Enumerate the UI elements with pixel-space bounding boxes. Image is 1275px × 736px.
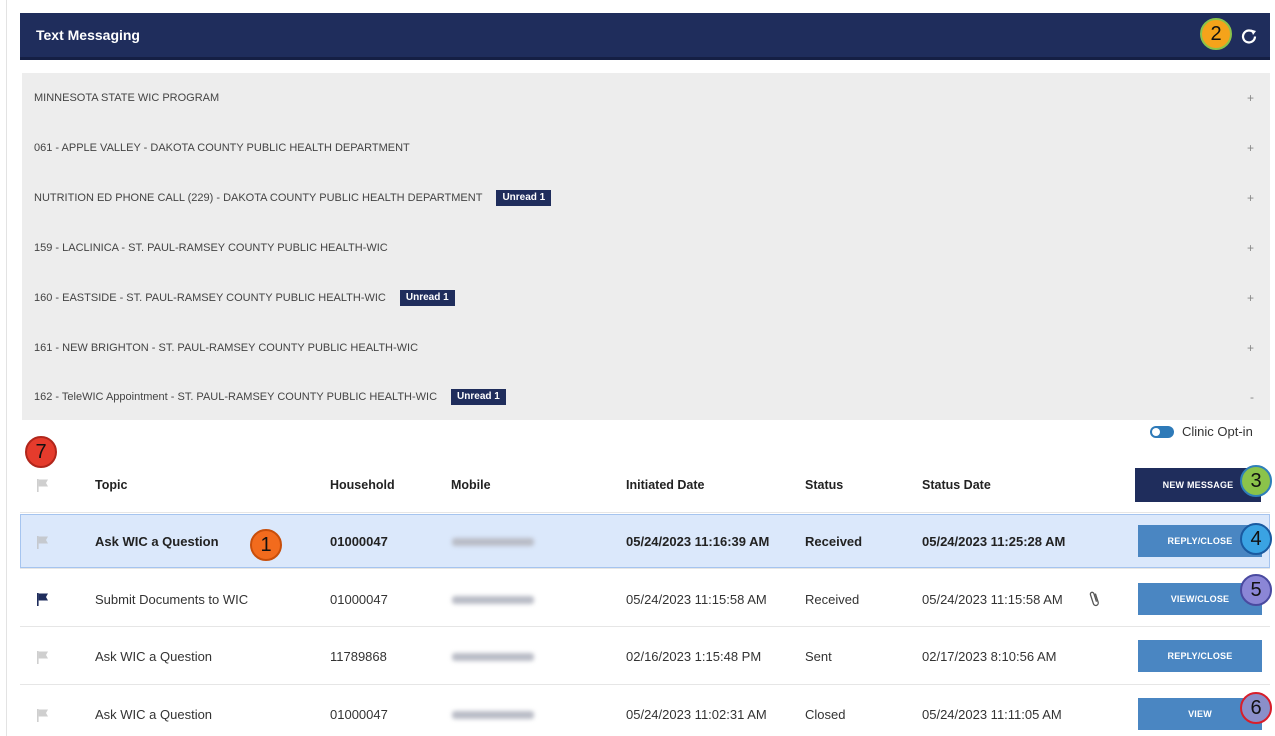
clinic-row[interactable]: NUTRITION ED PHONE CALL (229) - DAKOTA C… bbox=[22, 173, 1270, 223]
clinic-name: MINNESOTA STATE WIC PROGRAM bbox=[34, 92, 220, 104]
divider bbox=[20, 684, 1270, 685]
page-left-border bbox=[6, 0, 7, 736]
status-cell: Received bbox=[805, 534, 863, 549]
clinic-name: 161 - NEW BRIGHTON - ST. PAUL-RAMSEY COU… bbox=[34, 342, 419, 354]
clinic-name: 162 - TeleWIC Appointment - ST. PAUL-RAM… bbox=[34, 390, 438, 403]
status-cell: Received bbox=[805, 592, 860, 607]
clinic-list: MINNESOTA STATE WIC PROGRAM + 061 - APPL… bbox=[22, 73, 1270, 420]
household-cell: 01000047 bbox=[330, 592, 388, 607]
callout-marker-6: 6 bbox=[1240, 692, 1272, 724]
clinic-row[interactable]: 159 - LACLINICA - ST. PAUL-RAMSEY COUNTY… bbox=[22, 223, 1270, 273]
callout-marker-5: 5 bbox=[1240, 574, 1272, 606]
status-cell: Sent bbox=[805, 649, 832, 664]
clinic-row[interactable]: 161 - NEW BRIGHTON - ST. PAUL-RAMSEY COU… bbox=[22, 323, 1270, 373]
clinic-row[interactable]: 162 - TeleWIC Appointment - ST. PAUL-RAM… bbox=[22, 373, 1270, 420]
initiated-date-cell: 02/16/2023 1:15:48 PM bbox=[626, 649, 762, 664]
divider bbox=[20, 626, 1270, 627]
household-cell: 01000047 bbox=[330, 534, 388, 549]
collapse-icon[interactable]: - bbox=[1250, 373, 1254, 420]
clinic-opt-in-toggle[interactable]: Clinic Opt-in bbox=[1150, 424, 1253, 439]
callout-marker-2: 2 bbox=[1200, 18, 1232, 50]
clinic-row[interactable]: MINNESOTA STATE WIC PROGRAM + bbox=[22, 73, 1270, 123]
flag-all-icon[interactable] bbox=[36, 478, 50, 492]
initiated-date-cell: 05/24/2023 11:16:39 AM bbox=[626, 534, 770, 549]
expand-icon[interactable]: + bbox=[1247, 73, 1254, 123]
column-header-status-date[interactable]: Status Date bbox=[922, 478, 991, 492]
reply-close-button[interactable]: REPLY/CLOSE bbox=[1138, 640, 1262, 672]
clinic-row[interactable]: 160 - EASTSIDE - ST. PAUL-RAMSEY COUNTY … bbox=[22, 273, 1270, 323]
paperclip-icon[interactable] bbox=[1088, 590, 1102, 608]
clinic-name: 160 - EASTSIDE - ST. PAUL-RAMSEY COUNTY … bbox=[34, 292, 386, 304]
clinic-row[interactable]: 061 - APPLE VALLEY - DAKOTA COUNTY PUBLI… bbox=[22, 123, 1270, 173]
expand-icon[interactable]: + bbox=[1247, 323, 1254, 373]
flag-icon-flagged[interactable] bbox=[36, 592, 50, 606]
mobile-cell-redacted bbox=[452, 653, 534, 661]
divider bbox=[20, 568, 1270, 569]
opt-in-label: Clinic Opt-in bbox=[1182, 424, 1253, 439]
flag-icon[interactable] bbox=[36, 708, 50, 722]
column-header-initiated-date[interactable]: Initiated Date bbox=[626, 478, 705, 492]
expand-icon[interactable]: + bbox=[1247, 273, 1254, 323]
topic-cell: Ask WIC a Question bbox=[95, 707, 213, 722]
unread-badge: Unread 1 bbox=[399, 290, 455, 306]
clinic-name: 061 - APPLE VALLEY - DAKOTA COUNTY PUBLI… bbox=[34, 142, 410, 154]
callout-marker-3: 3 bbox=[1240, 465, 1272, 497]
status-date-cell: 05/24/2023 11:11:05 AM bbox=[922, 707, 1062, 722]
callout-marker-1: 1 bbox=[250, 529, 282, 561]
callout-marker-4: 4 bbox=[1240, 523, 1272, 555]
mobile-cell-redacted bbox=[452, 711, 534, 719]
household-cell: 11789868 bbox=[330, 649, 387, 664]
unread-badge: Unread 1 bbox=[451, 388, 506, 405]
column-header-topic[interactable]: Topic bbox=[95, 478, 127, 492]
status-date-cell: 05/24/2023 11:15:58 AM bbox=[922, 592, 1063, 607]
status-cell: Closed bbox=[805, 707, 846, 722]
status-date-cell: 05/24/2023 11:25:28 AM bbox=[922, 534, 1066, 549]
page-title: Text Messaging bbox=[36, 27, 140, 43]
text-messaging-header: Text Messaging bbox=[20, 13, 1270, 60]
callout-marker-7: 7 bbox=[25, 436, 57, 468]
flag-icon[interactable] bbox=[36, 650, 50, 664]
expand-icon[interactable]: + bbox=[1247, 173, 1254, 223]
column-header-household[interactable]: Household bbox=[330, 478, 395, 492]
flag-icon[interactable] bbox=[36, 535, 50, 549]
household-cell: 01000047 bbox=[330, 707, 388, 722]
initiated-date-cell: 05/24/2023 11:02:31 AM bbox=[626, 707, 767, 722]
clinic-name: NUTRITION ED PHONE CALL (229) - DAKOTA C… bbox=[34, 192, 483, 204]
toggle-switch[interactable] bbox=[1150, 425, 1174, 438]
divider bbox=[20, 512, 1270, 513]
clinic-name: 159 - LACLINICA - ST. PAUL-RAMSEY COUNTY… bbox=[34, 242, 388, 254]
status-date-cell: 02/17/2023 8:10:56 AM bbox=[922, 649, 1057, 664]
topic-cell: Submit Documents to WIC bbox=[95, 592, 249, 607]
expand-icon[interactable]: + bbox=[1247, 123, 1254, 173]
mobile-cell-redacted bbox=[452, 538, 534, 546]
expand-icon[interactable]: + bbox=[1247, 223, 1254, 273]
column-header-status[interactable]: Status bbox=[805, 478, 843, 492]
column-header-mobile[interactable]: Mobile bbox=[451, 478, 491, 492]
initiated-date-cell: 05/24/2023 11:15:58 AM bbox=[626, 592, 767, 607]
topic-cell: Ask WIC a Question bbox=[95, 534, 219, 549]
mobile-cell-redacted bbox=[452, 596, 534, 604]
refresh-icon[interactable] bbox=[1238, 25, 1260, 47]
unread-badge: Unread 1 bbox=[496, 190, 552, 206]
topic-cell: Ask WIC a Question bbox=[95, 649, 213, 664]
